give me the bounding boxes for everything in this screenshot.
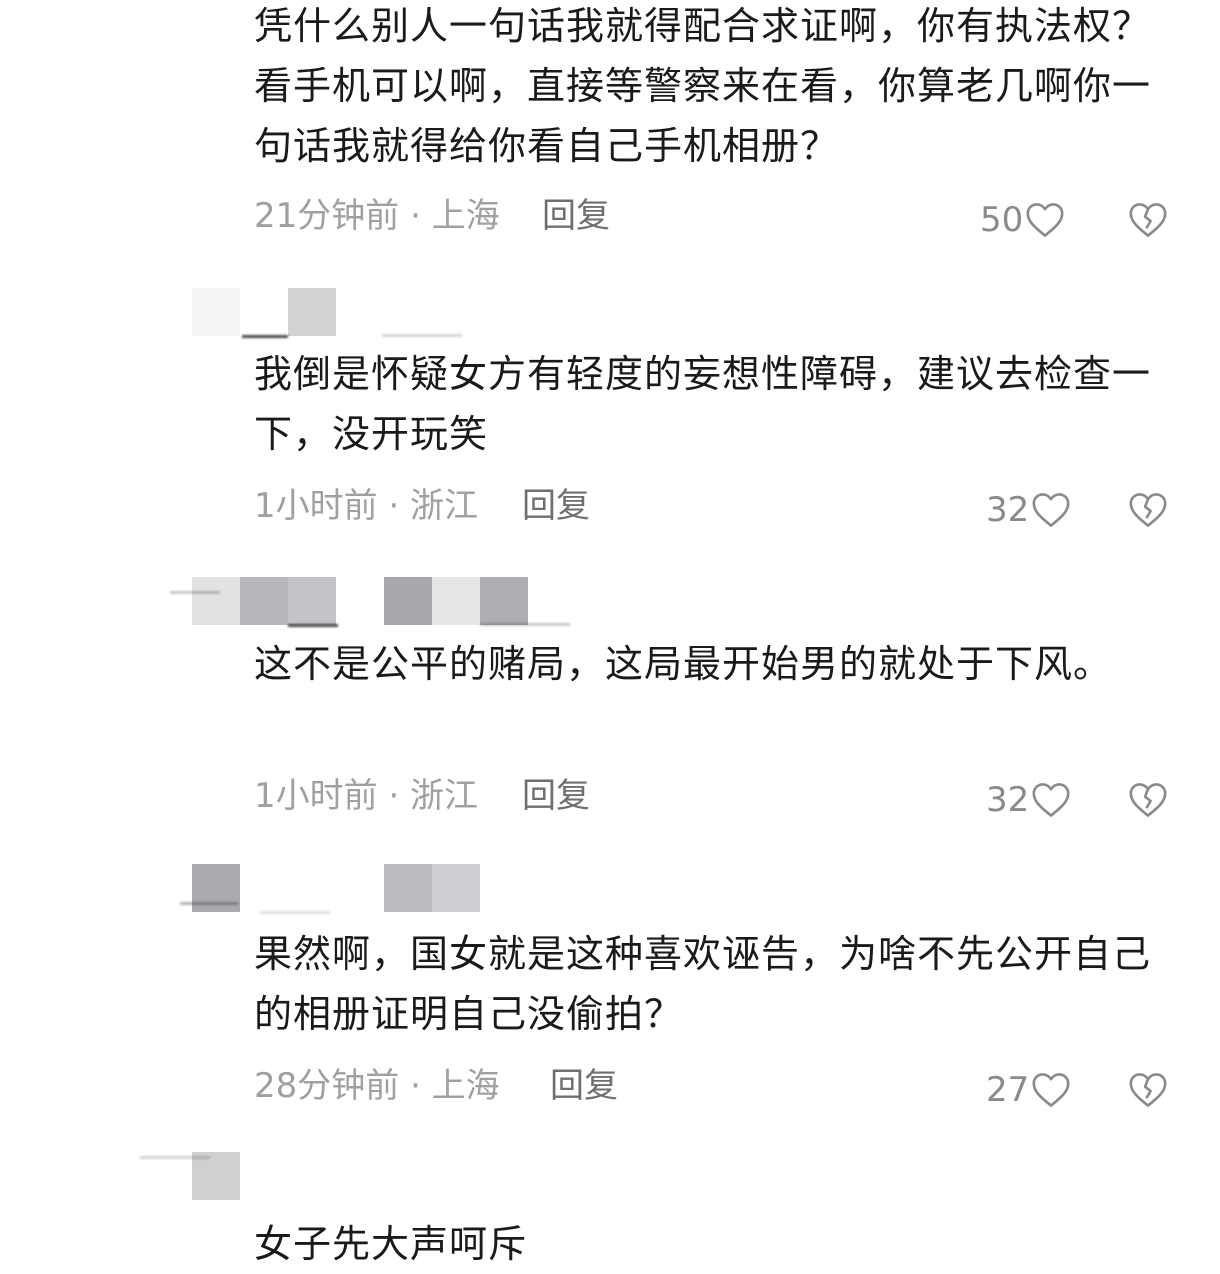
like-button[interactable]: 27 [986,1060,1071,1120]
username-blurred[interactable] [192,288,492,338]
broken-heart-icon [1129,1073,1167,1107]
comment-text: 女子先大声呵斥 [254,1222,528,1266]
broken-heart-icon [1129,783,1167,817]
heart-outline-icon [1032,1073,1070,1107]
reply-button[interactable]: 回复 [522,766,590,826]
like-button[interactable]: 32 [986,770,1071,830]
heart-outline-icon [1026,203,1064,237]
like-count: 32 [986,780,1030,820]
like-button[interactable]: 32 [986,480,1071,540]
comment-text: 这不是公平的赌局，这局最开始男的就处于下风。 [254,642,1113,686]
broken-heart-icon [1129,493,1167,527]
comment-time-location: 21分钟前 · 上海 [254,196,500,236]
like-count: 32 [986,490,1030,530]
dislike-button[interactable] [1128,190,1168,250]
comment-time-location: 28分钟前 · 上海 [254,1066,500,1106]
comment-time-location: 1小时前 · 浙江 [254,486,479,526]
comment-text: 果然啊，国女就是这种喜欢诬告，为啥不先公开自己的相册证明自己没偷拍？ [254,932,1152,1036]
username-blurred[interactable] [180,864,500,914]
heart-outline-icon [1032,493,1070,527]
comment-time-location: 1小时前 · 浙江 [254,776,479,816]
comment-text: 凭什么别人一句话我就得配合求证啊，你有执法权？看手机可以啊，直接等警察来在看，你… [254,4,1152,168]
dislike-button[interactable] [1128,480,1168,540]
dislike-button[interactable] [1128,770,1168,830]
reply-button[interactable]: 回复 [550,1056,618,1116]
reply-button[interactable]: 回复 [542,186,610,246]
like-count: 50 [980,200,1024,240]
dislike-button[interactable] [1128,1060,1168,1120]
comment-text: 我倒是怀疑女方有轻度的妄想性障碍，建议去检查一下，没开玩笑 [254,352,1152,456]
heart-outline-icon [1032,783,1070,817]
broken-heart-icon [1129,203,1167,237]
username-blurred[interactable] [170,577,590,627]
username-blurred[interactable] [140,1152,260,1200]
reply-button[interactable]: 回复 [522,476,590,536]
like-count: 27 [986,1070,1030,1110]
like-button[interactable]: 50 [980,190,1065,250]
